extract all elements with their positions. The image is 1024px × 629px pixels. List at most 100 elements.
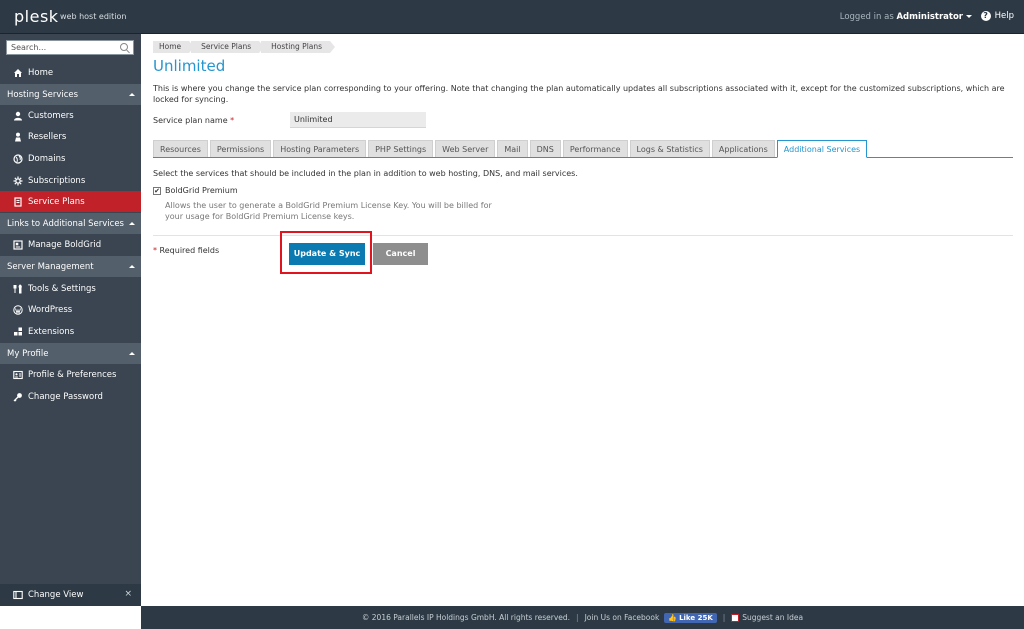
breadcrumb-home[interactable]: Home: [153, 41, 195, 53]
page-description: This is where you change the service pla…: [153, 84, 1005, 104]
collapse-icon[interactable]: [129, 352, 135, 355]
sidebar-item-label: Domains: [28, 153, 66, 164]
page-title: Unlimited: [153, 57, 226, 75]
sidebar-item-change-password[interactable]: Change Password: [0, 386, 141, 407]
footer-separator: |: [576, 613, 579, 622]
required-fields-note: * Required fields: [153, 246, 219, 255]
search-box[interactable]: [6, 40, 134, 55]
sidebar-item-home[interactable]: Home: [0, 62, 141, 83]
user-icon: [13, 111, 23, 121]
required-mark: *: [230, 116, 235, 125]
reseller-icon: [13, 132, 23, 142]
main-content: Home Service Plans Hosting Plans Unlimit…: [141, 34, 1024, 606]
sidebar-item-label: Service Plans: [28, 196, 85, 207]
sidebar: Home Hosting Services Customers Reseller…: [0, 34, 141, 606]
sidebar-item-manage-boldgrid[interactable]: Manage BoldGrid: [0, 234, 141, 255]
sidebar-item-resellers[interactable]: Resellers: [0, 126, 141, 147]
search-input[interactable]: [11, 41, 117, 54]
tab-hosting-parameters[interactable]: Hosting Parameters: [273, 140, 367, 157]
tab-dns[interactable]: DNS: [529, 140, 561, 157]
tab-web-server[interactable]: Web Server: [435, 140, 496, 157]
join-facebook-link[interactable]: Join Us on Facebook: [585, 613, 660, 622]
footer: © 2016 Parallels IP Holdings GmbH. All r…: [141, 606, 1024, 629]
tools-icon: [13, 283, 23, 294]
section-title: Hosting Services: [7, 89, 79, 100]
like-count: Like 25K: [679, 613, 713, 622]
section-title: Server Management: [7, 261, 94, 272]
boldgrid-premium-label[interactable]: BoldGrid Premium: [165, 186, 238, 195]
sidebar-item-label: Subscriptions: [28, 175, 86, 186]
sidebar-item-profile-preferences[interactable]: Profile & Preferences: [0, 364, 141, 385]
extensions-icon: [13, 327, 23, 337]
document-icon: [13, 196, 23, 207]
close-icon[interactable]: ×: [124, 589, 132, 599]
sidebar-item-domains[interactable]: Domains: [0, 148, 141, 169]
sidebar-item-label: Manage BoldGrid: [28, 239, 102, 250]
user-menu[interactable]: Administrator: [896, 12, 963, 22]
breadcrumb-hosting-plans[interactable]: Hosting Plans: [261, 41, 335, 53]
sidebar-item-label: WordPress: [28, 304, 73, 315]
sidebar-item-label: Change Password: [28, 391, 103, 402]
tab-resources[interactable]: Resources: [153, 140, 208, 157]
profile-card-icon: [13, 370, 23, 380]
section-hosting-services[interactable]: Hosting Services: [0, 84, 141, 105]
chevron-down-icon[interactable]: [966, 15, 972, 18]
tab-logs-statistics[interactable]: Logs & Statistics: [629, 140, 710, 157]
section-title: Links to Additional Services: [7, 218, 124, 229]
search-icon[interactable]: [120, 43, 128, 51]
sidebar-item-tools-settings[interactable]: Tools & Settings: [0, 278, 141, 299]
boldgrid-premium-description: Allows the user to generate a BoldGrid P…: [165, 201, 492, 221]
sidebar-item-customers[interactable]: Customers: [0, 105, 141, 126]
collapse-icon[interactable]: [129, 265, 135, 268]
boldgrid-icon: [13, 239, 23, 250]
section-server-management[interactable]: Server Management: [0, 256, 141, 277]
tab-performance[interactable]: Performance: [562, 140, 628, 157]
update-sync-button[interactable]: Update & Sync: [289, 243, 365, 265]
gear-icon: [13, 176, 23, 186]
tab-php-settings[interactable]: PHP Settings: [368, 140, 434, 157]
help-icon: ?: [980, 11, 991, 21]
collapse-icon[interactable]: [129, 93, 135, 96]
required-fields-text: Required fields: [159, 246, 220, 255]
breadcrumb-service-plans[interactable]: Service Plans: [191, 41, 265, 53]
services-note: Select the services that should be inclu…: [153, 169, 578, 178]
tab-bar: Resources Permissions Hosting Parameters…: [153, 140, 1013, 158]
help-link[interactable]: ? Help: [980, 11, 1014, 21]
tab-permissions[interactable]: Permissions: [209, 140, 272, 157]
tab-applications[interactable]: Applications: [711, 140, 775, 157]
thumbs-up-icon: 👍: [668, 613, 678, 622]
sidebar-item-service-plans[interactable]: Service Plans: [0, 191, 141, 212]
cancel-button[interactable]: Cancel: [373, 243, 428, 265]
sidebar-item-label: Home: [28, 67, 54, 78]
change-view-label: Change View: [28, 590, 84, 600]
sidebar-item-label: Resellers: [28, 131, 67, 142]
suggest-idea-link[interactable]: Suggest an Idea: [731, 613, 803, 622]
boldgrid-premium-checkbox[interactable]: ✔: [153, 187, 161, 195]
plesk-logo[interactable]: plesk: [14, 7, 59, 26]
globe-icon: [13, 153, 23, 164]
section-title: My Profile: [7, 348, 49, 359]
logged-in-info: Logged in as Administrator: [840, 12, 972, 22]
tab-additional-services[interactable]: Additional Services: [776, 140, 868, 158]
tab-mail[interactable]: Mail: [497, 140, 528, 157]
collapse-icon[interactable]: [129, 222, 135, 225]
section-my-profile[interactable]: My Profile: [0, 343, 141, 364]
service-plan-name-label: Service plan name *: [153, 116, 234, 125]
breadcrumb: Home Service Plans Hosting Plans: [153, 41, 335, 53]
edition-label: web host edition: [60, 12, 127, 21]
sidebar-item-label: Tools & Settings: [28, 283, 96, 294]
idea-icon: [731, 613, 740, 622]
section-links-additional[interactable]: Links to Additional Services: [0, 213, 141, 234]
sidebar-item-subscriptions[interactable]: Subscriptions: [0, 170, 141, 191]
service-plan-name-input[interactable]: [290, 112, 426, 128]
suggest-idea-label: Suggest an Idea: [742, 613, 804, 622]
home-icon: [13, 68, 23, 78]
facebook-like-button[interactable]: 👍 Like 25K: [664, 612, 717, 623]
change-view-icon: [13, 590, 23, 600]
sidebar-item-label: Customers: [28, 110, 74, 121]
sidebar-item-wordpress[interactable]: WordPress: [0, 299, 141, 320]
logged-in-prefix: Logged in as: [839, 12, 894, 22]
change-view-bar[interactable]: Change View ×: [0, 584, 141, 606]
sidebar-item-extensions[interactable]: Extensions: [0, 321, 141, 342]
field-label-text: Service plan name: [153, 116, 228, 125]
